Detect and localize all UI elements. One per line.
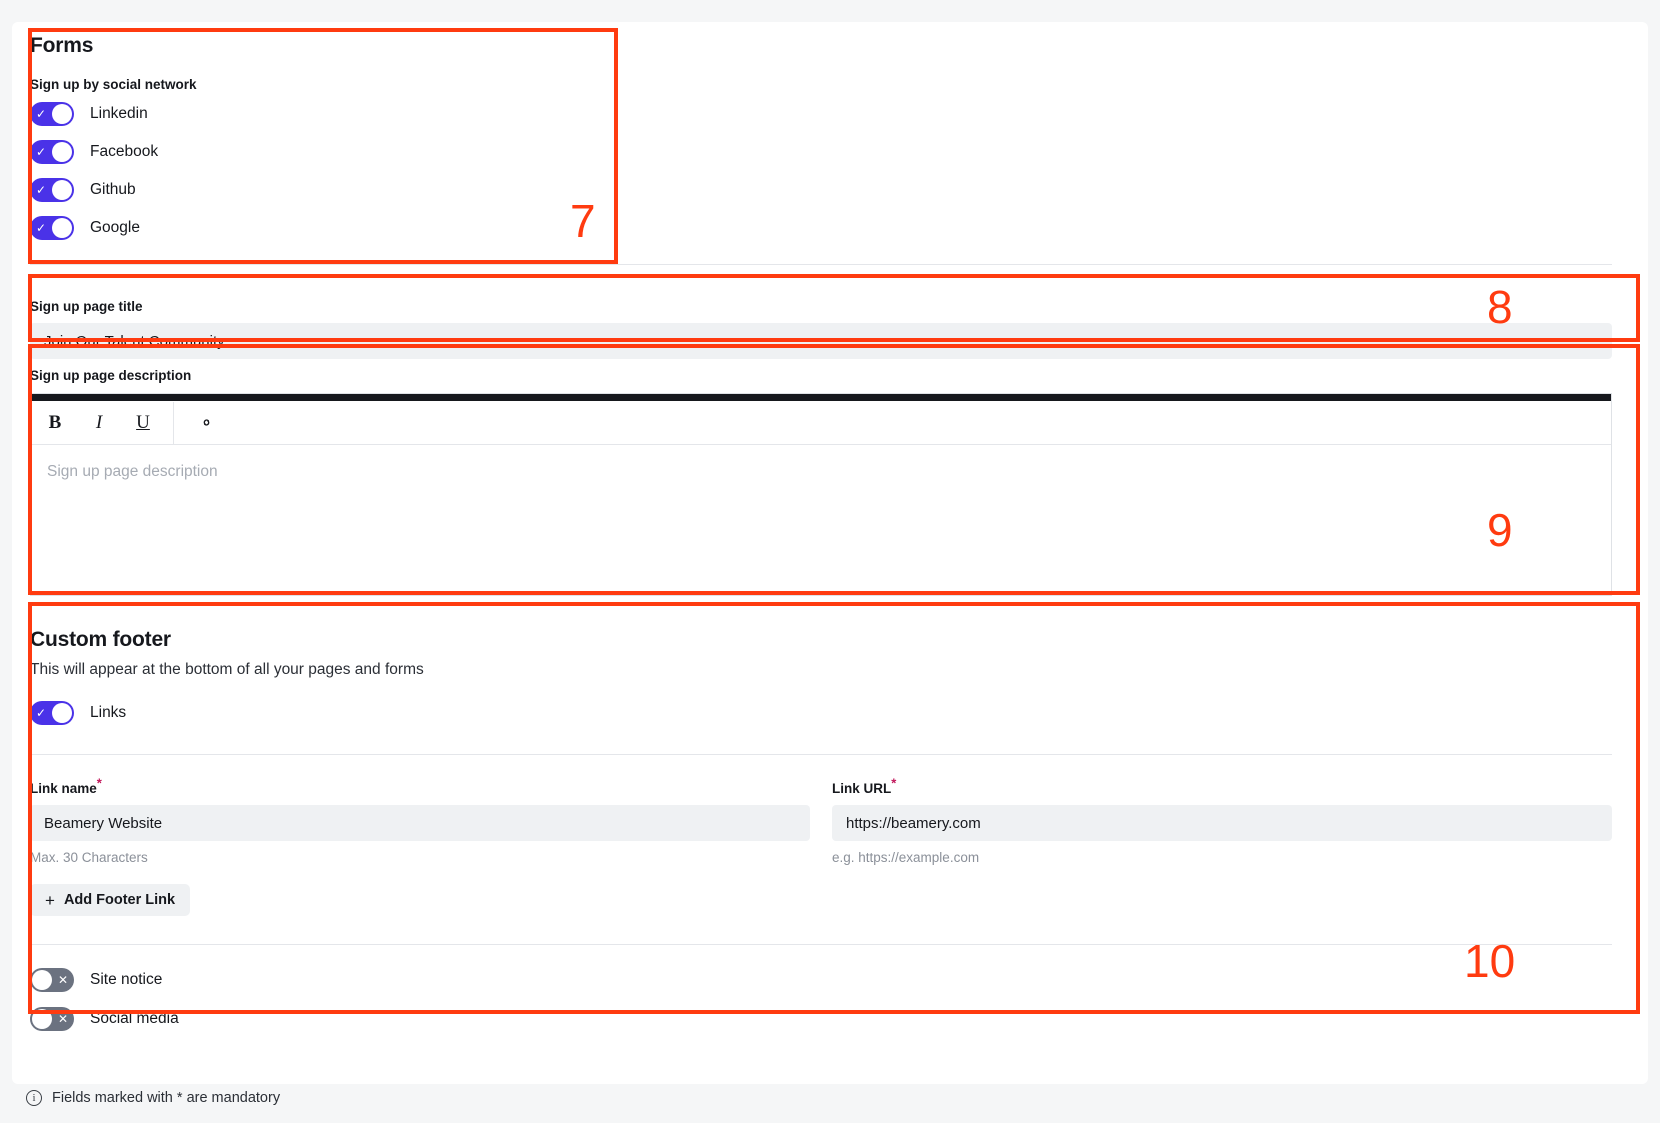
footer-link-row: Link name* Max. 30 Characters Link URL* … [30,777,1612,865]
bold-button[interactable]: B [35,403,75,443]
plus-icon: + [45,890,55,910]
link-name-field-group: Link name* Max. 30 Characters [30,777,810,865]
underline-button[interactable]: U [123,403,163,443]
check-icon: ✓ [35,706,47,720]
toggle-label-google: Google [90,219,140,236]
toggle-switch-social-media[interactable]: ✕ [30,1007,74,1031]
settings-canvas: Forms Sign up by social network ✓ Linked… [12,22,1648,1084]
toggle-label-social-media: Social media [90,1010,179,1027]
annotation-number-7: 7 [570,195,596,247]
editor-accent-bar [31,394,1611,401]
toggle-knob [52,180,72,200]
link-name-input[interactable] [30,805,810,841]
check-icon: ✓ [35,221,47,235]
close-icon: ✕ [57,1012,69,1026]
link-name-label: Link name* [30,777,810,797]
link-url-field-group: Link URL* e.g. https://example.com [832,777,1612,865]
add-footer-link-label: Add Footer Link [63,892,176,908]
toggle-knob [32,1009,52,1029]
toggle-row-links[interactable]: ✓ Links [30,699,1612,727]
toggle-row-social-media[interactable]: ✕ Social media [30,1005,1612,1033]
toggle-label-github: Github [90,181,136,198]
toggle-knob [52,218,72,238]
link-url-input[interactable] [832,805,1612,841]
toggle-knob [52,104,72,124]
link-url-label-text: Link URL [832,781,892,796]
toolbar-divider [173,401,174,444]
social-network-label: Sign up by social network [30,77,197,92]
toggle-switch-facebook[interactable]: ✓ [30,140,74,164]
link-name-label-text: Link name [30,781,97,796]
info-icon: i [26,1090,42,1106]
toggle-row-google[interactable]: ✓ Google [30,214,1630,242]
toggle-switch-github[interactable]: ✓ [30,178,74,202]
editor-toolbar: B I U [31,401,1611,445]
link-url-helper: e.g. https://example.com [832,850,980,865]
toggle-knob [32,970,52,990]
toggle-knob [52,142,72,162]
mandatory-fields-note: i Fields marked with * are mandatory [26,1090,280,1106]
signup-title-input[interactable] [30,323,1612,359]
custom-footer-subtitle: This will appear at the bottom of all yo… [30,661,424,678]
toggle-row-github[interactable]: ✓ Github [30,176,1630,204]
italic-button[interactable]: I [79,403,119,443]
check-icon: ✓ [35,183,47,197]
close-icon: ✕ [57,973,69,987]
link-url-label: Link URL* [832,777,1612,797]
toggle-label-linkedin: Linkedin [90,105,148,122]
mandatory-fields-text: Fields marked with * are mandatory [52,1090,281,1106]
signup-title-label: Sign up page title [30,299,143,314]
toggle-label-facebook: Facebook [90,143,159,160]
toggle-switch-site-notice[interactable]: ✕ [30,968,74,992]
toggle-switch-google[interactable]: ✓ [30,216,74,240]
links-divider [30,754,1612,755]
signup-description-label: Sign up page description [30,368,192,383]
toggle-row-site-notice[interactable]: ✕ Site notice [30,966,1612,994]
screenshot-root: Forms Sign up by social network ✓ Linked… [0,0,1660,1123]
editor-placeholder-text[interactable]: Sign up page description [31,445,1611,595]
signup-description-field-group: Sign up page description B I U Sign up p… [30,368,1612,596]
forms-section-title: Forms [30,34,94,57]
check-icon: ✓ [35,145,47,159]
check-icon: ✓ [35,107,47,121]
annotation-number-10: 10 [1464,935,1516,987]
link-name-helper: Max. 30 Characters [30,850,148,865]
toggle-knob [52,703,72,723]
link-icon[interactable] [186,403,226,443]
add-footer-link-button[interactable]: + Add Footer Link [30,884,191,916]
required-asterisk: * [891,775,897,791]
toggle-switch-linkedin[interactable]: ✓ [30,102,74,126]
annotation-number-9: 9 [1487,504,1513,556]
toggle-row-facebook[interactable]: ✓ Facebook [30,138,1630,166]
annotation-number-8: 8 [1487,281,1513,333]
custom-footer-section: Custom footer This will appear at the bo… [30,628,1612,1033]
custom-footer-title: Custom footer [30,628,171,651]
toggle-switch-links[interactable]: ✓ [30,701,74,725]
toggle-label-site-notice: Site notice [90,971,163,988]
signup-title-field-group: Sign up page title [30,299,1612,359]
forms-section-divider [30,264,1612,265]
required-asterisk: * [96,775,102,791]
toggle-row-linkedin[interactable]: ✓ Linkedin [30,100,1630,128]
footer-toggles-divider [30,944,1612,945]
forms-section: Forms Sign up by social network ✓ Linked… [30,34,1630,265]
toggle-label-links: Links [90,704,127,721]
rich-text-editor[interactable]: B I U Sign up page description [30,393,1612,596]
